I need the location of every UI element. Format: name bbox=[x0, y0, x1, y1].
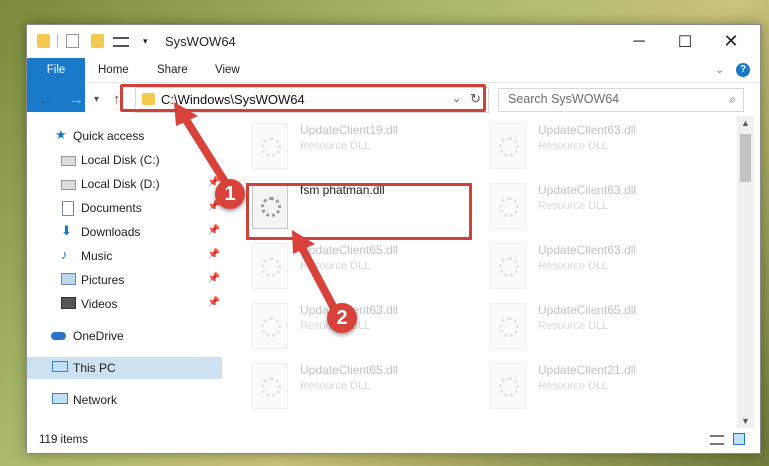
dll-file-icon bbox=[252, 303, 288, 349]
minimize-button[interactable]: ─ bbox=[616, 25, 662, 58]
properties-icon[interactable] bbox=[66, 34, 79, 48]
sidebar-item-documents[interactable]: Documents 📌 bbox=[27, 197, 222, 219]
separator bbox=[57, 34, 58, 48]
dll-file-icon bbox=[490, 303, 526, 349]
file-item[interactable]: UpdateClient65.dll Resource DLL bbox=[485, 299, 715, 353]
title-bar: ▾ SysWOW64 ─ ☐ ✕ bbox=[27, 25, 760, 58]
dll-file-icon bbox=[252, 243, 288, 289]
window-title: SysWOW64 bbox=[165, 34, 236, 49]
callout-badge-1: 1 bbox=[215, 179, 245, 209]
sidebar-item-downloads[interactable]: ⬇ Downloads 📌 bbox=[27, 221, 222, 243]
pin-icon[interactable]: 📌 bbox=[208, 225, 220, 236]
expand-ribbon-icon[interactable]: ⌄ bbox=[715, 58, 724, 82]
sidebar-item-quick-access[interactable]: ★ Quick access bbox=[27, 125, 222, 147]
scroll-down-icon[interactable]: ▼ bbox=[741, 416, 750, 426]
item-count: 119 items bbox=[39, 434, 89, 446]
customize-toolbar-icon[interactable] bbox=[113, 37, 129, 47]
dll-file-icon bbox=[490, 183, 526, 229]
ribbon: File Home Share View ⌄ ? bbox=[27, 58, 760, 112]
pin-icon[interactable]: 📌 bbox=[208, 249, 220, 260]
drive-icon bbox=[61, 156, 76, 166]
search-icon[interactable]: ⌕ bbox=[729, 92, 736, 107]
file-highlight-box bbox=[246, 183, 472, 240]
sidebar-item-this-pc[interactable]: This PC bbox=[27, 357, 222, 379]
folder-icon bbox=[37, 34, 50, 48]
forward-arrow-icon[interactable]: → bbox=[69, 91, 84, 108]
tab-share[interactable]: Share bbox=[157, 58, 188, 82]
documents-icon bbox=[62, 201, 74, 216]
sidebar-item-local-disk-c[interactable]: Local Disk (C:) bbox=[27, 149, 222, 171]
file-item[interactable]: UpdateClient63.dll Resource DLL bbox=[485, 119, 715, 173]
sidebar-item-pictures[interactable]: Pictures 📌 bbox=[27, 269, 222, 291]
close-button[interactable]: ✕ bbox=[708, 25, 754, 58]
computer-icon bbox=[52, 361, 68, 372]
callout-badge-2: 2 bbox=[327, 303, 357, 333]
file-item[interactable]: UpdateClient63.dll Resource DLL bbox=[485, 239, 715, 293]
navigation-pane: ★ Quick access Local Disk (C:) Local Dis… bbox=[27, 116, 222, 428]
sidebar-item-local-disk-d[interactable]: Local Disk (D:) 📌 bbox=[27, 173, 222, 195]
file-item[interactable]: UpdateClient65.dll Resource DLL bbox=[247, 359, 477, 413]
navigation-bar: ← → ▾ ↑ C:\Windows\SysWOW64 ⌄ ↻ Search S… bbox=[27, 83, 760, 116]
new-folder-icon[interactable] bbox=[91, 34, 104, 48]
search-placeholder: Search SysWOW64 bbox=[508, 92, 620, 106]
sidebar-item-videos[interactable]: Videos 📌 bbox=[27, 293, 222, 315]
star-icon: ★ bbox=[55, 127, 67, 142]
sidebar-item-network[interactable]: Network bbox=[27, 389, 222, 411]
dll-file-icon bbox=[252, 123, 288, 169]
search-box[interactable]: Search SysWOW64 ⌕ bbox=[498, 88, 744, 112]
vertical-scrollbar[interactable]: ▲ ▼ bbox=[737, 116, 754, 428]
file-item[interactable]: UpdateClient63.dll Resource DLL bbox=[485, 179, 715, 233]
file-item[interactable]: UpdateClient63.dll Resource DLL bbox=[247, 299, 477, 353]
dll-file-icon bbox=[490, 363, 526, 409]
file-item[interactable]: UpdateClient21.dll Resource DLL bbox=[485, 359, 715, 413]
maximize-button[interactable]: ☐ bbox=[662, 25, 708, 58]
videos-icon bbox=[61, 297, 76, 309]
pictures-icon bbox=[61, 273, 76, 285]
large-icons-view-icon[interactable] bbox=[733, 433, 745, 445]
address-highlight-box bbox=[120, 84, 486, 112]
file-item[interactable]: UpdateClient19.dll Resource DLL bbox=[247, 119, 477, 173]
tab-view[interactable]: View bbox=[215, 58, 240, 82]
pin-icon[interactable]: 📌 bbox=[208, 273, 220, 284]
sidebar-item-onedrive[interactable]: OneDrive bbox=[27, 325, 222, 347]
help-icon[interactable]: ? bbox=[736, 63, 750, 77]
network-icon bbox=[52, 393, 68, 404]
file-item[interactable]: UpdateClient65.dll Resource DLL bbox=[247, 239, 477, 293]
sidebar-item-music[interactable]: ♪ Music 📌 bbox=[27, 245, 222, 267]
drive-icon bbox=[61, 180, 76, 190]
dll-file-icon bbox=[252, 363, 288, 409]
explorer-window: ▾ SysWOW64 ─ ☐ ✕ File Home Share View ⌄ … bbox=[26, 24, 761, 454]
cloud-icon bbox=[51, 332, 66, 340]
dll-file-icon bbox=[490, 243, 526, 289]
dll-file-icon bbox=[490, 123, 526, 169]
file-list: UpdateClient19.dll Resource DLL UpdateCl… bbox=[242, 116, 737, 428]
pin-icon[interactable]: 📌 bbox=[208, 297, 220, 308]
recent-locations-icon[interactable]: ▾ bbox=[94, 94, 99, 105]
dropdown-arrow-icon[interactable]: ▾ bbox=[143, 36, 156, 47]
details-view-icon[interactable] bbox=[710, 435, 724, 445]
download-icon: ⬇ bbox=[61, 223, 72, 238]
status-bar: 119 items bbox=[27, 428, 760, 453]
tab-home[interactable]: Home bbox=[98, 58, 129, 82]
back-arrow-icon[interactable]: ← bbox=[38, 91, 53, 108]
music-icon: ♪ bbox=[61, 247, 68, 262]
scroll-up-icon[interactable]: ▲ bbox=[741, 118, 750, 128]
scrollbar-thumb[interactable] bbox=[740, 134, 751, 182]
